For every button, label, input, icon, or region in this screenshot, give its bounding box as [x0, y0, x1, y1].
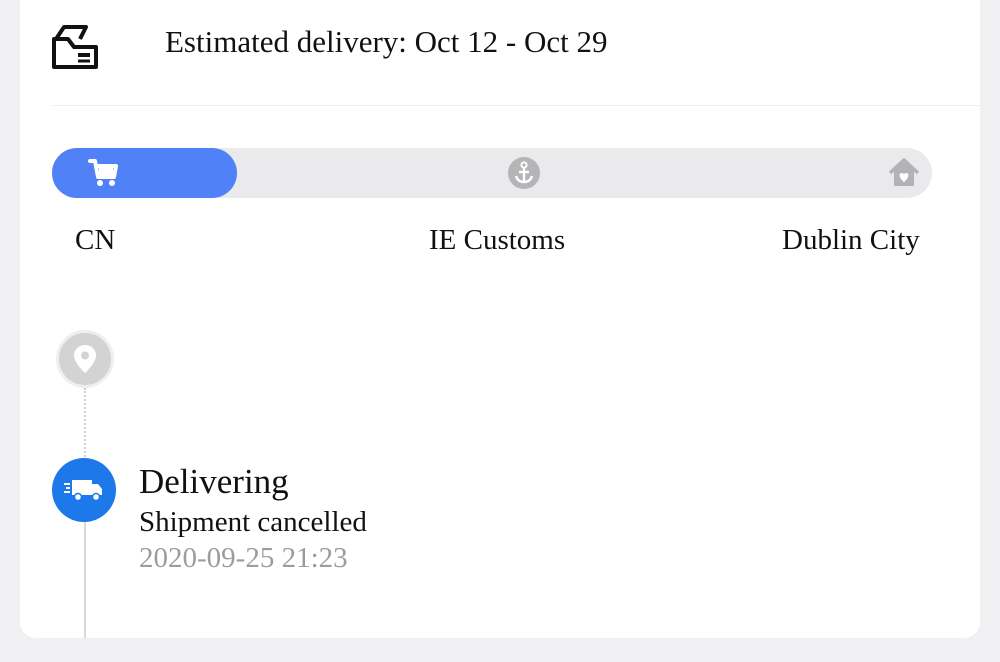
- truck-icon: [64, 480, 102, 502]
- progress-fill: [52, 148, 237, 198]
- cart-icon: [88, 159, 118, 186]
- anchor-icon: [508, 157, 540, 189]
- timeline-node-location: [56, 330, 114, 388]
- stage-label-origin: CN: [75, 224, 116, 256]
- home-icon: [888, 158, 920, 186]
- timeline-connector-dotted: [84, 388, 86, 468]
- package-icon: [52, 25, 98, 69]
- event-description: Shipment cancelled: [139, 506, 367, 538]
- estimated-delivery-row: Estimated delivery: Oct 12 - Oct 29: [20, 0, 980, 105]
- estimated-delivery-text: Estimated delivery: Oct 12 - Oct 29: [165, 24, 608, 59]
- timeline-connector: [84, 510, 86, 638]
- location-pin-icon: [74, 345, 96, 373]
- timeline-node-delivering: [52, 458, 116, 522]
- tracking-card: Estimated delivery: Oct 12 - Oct 29 CN I…: [20, 0, 980, 638]
- event-status-title: Delivering: [139, 462, 289, 501]
- event-timestamp: 2020-09-25 21:23: [139, 542, 348, 574]
- stage-label-destination: Dublin City: [782, 224, 920, 256]
- stage-label-customs: IE Customs: [429, 224, 566, 256]
- divider: [53, 105, 980, 106]
- shipping-progress-bar: [52, 148, 932, 198]
